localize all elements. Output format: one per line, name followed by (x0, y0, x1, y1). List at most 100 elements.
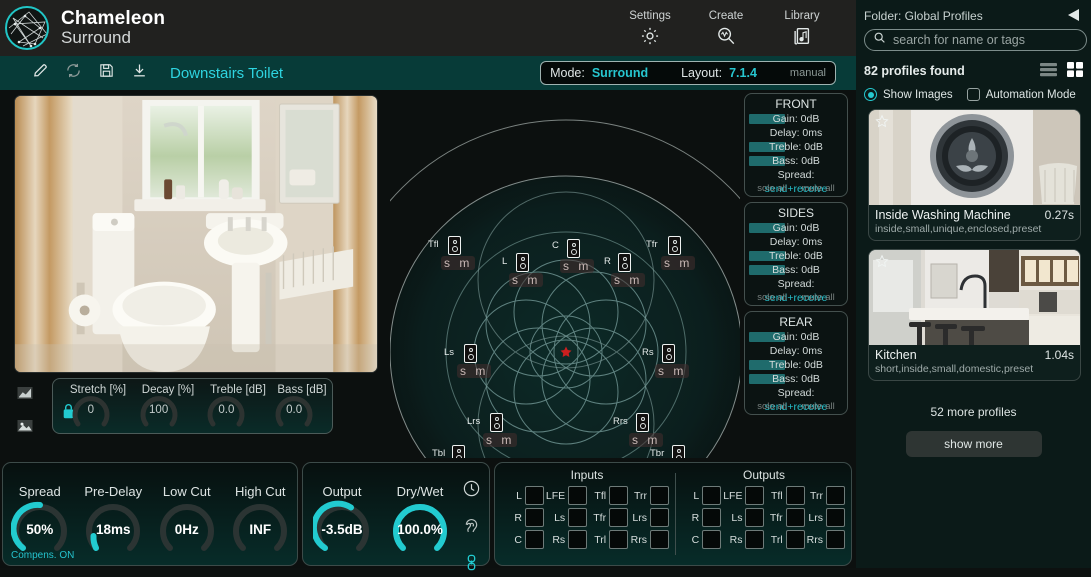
speaker-icon[interactable] (668, 236, 681, 255)
speaker-solo-mute[interactable]: s m (560, 259, 595, 273)
output-channel-r[interactable]: R (683, 508, 722, 527)
output-channel-rrs[interactable]: Rrs (807, 530, 845, 549)
speaker-solo-mute[interactable]: s m (457, 364, 492, 378)
speaker-solo-mute[interactable]: s m (655, 364, 690, 378)
input-channel-lfe[interactable]: LFE (546, 486, 588, 505)
knob-stretch[interactable]: Stretch [%] 0 (57, 384, 126, 429)
channel-meter[interactable] (785, 530, 805, 549)
input-channel-trr[interactable]: Trr (630, 486, 669, 505)
speaker-icon[interactable] (490, 413, 503, 432)
list-view-icon[interactable] (1040, 62, 1057, 82)
zone-rear-bass[interactable]: Bass: 0dB (749, 372, 843, 386)
input-channel-lrs[interactable]: Lrs (630, 508, 669, 527)
channel-meter[interactable] (609, 530, 629, 549)
folder-label[interactable]: Folder: Global Profiles (856, 0, 1091, 23)
show-images-toggle[interactable]: Show Images (864, 88, 953, 101)
speaker-icon[interactable] (636, 413, 649, 432)
channel-meter[interactable] (568, 508, 588, 527)
knob-lowcut[interactable]: Low Cut 0Hz (150, 470, 224, 558)
collapse-left-icon[interactable] (1065, 8, 1081, 27)
input-channel-l[interactable]: L (505, 486, 544, 505)
favorite-star-icon[interactable] (875, 114, 889, 133)
library-music-icon[interactable] (776, 25, 828, 47)
input-channel-rs[interactable]: Rs (546, 530, 588, 549)
speaker-icon[interactable] (448, 236, 461, 255)
channel-meter[interactable] (524, 530, 544, 549)
zone-front-treble[interactable]: Treble: 0dB (749, 140, 843, 154)
knob-spread[interactable]: Spread 50% (3, 470, 77, 558)
zone-front-delay[interactable]: Delay: 0ms (749, 126, 843, 140)
knob-output[interactable]: Output -3.5dB (303, 470, 381, 558)
knob-highcut-dial[interactable]: INF (231, 500, 289, 558)
settings-button[interactable]: Settings (624, 10, 676, 47)
input-channel-tfl[interactable]: Tfl (589, 486, 629, 505)
refresh-icon[interactable] (65, 62, 82, 84)
knob-decay-dial[interactable]: 100 (136, 391, 182, 429)
channel-meter[interactable] (568, 486, 588, 505)
preset-name[interactable]: Downstairs Toilet (170, 65, 283, 82)
channel-meter[interactable] (649, 486, 669, 505)
show-more-button[interactable]: show more (905, 431, 1042, 457)
ear-icon[interactable] (462, 516, 481, 540)
input-channel-c[interactable]: C (505, 530, 544, 549)
knob-highcut[interactable]: High Cut INF (224, 470, 298, 558)
channel-meter[interactable] (826, 486, 845, 505)
zone-front-solo-all[interactable]: solo all (757, 183, 787, 194)
gear-icon[interactable] (624, 25, 676, 47)
speaker-solo-mute[interactable]: s m (611, 273, 646, 287)
knob-decay[interactable]: Decay [%] 100 (125, 384, 194, 429)
speaker-icon[interactable] (618, 253, 631, 272)
image-icon[interactable] (16, 417, 34, 440)
output-channel-l[interactable]: L (683, 486, 722, 505)
profile-search[interactable] (864, 29, 1087, 51)
input-channel-ls[interactable]: Ls (546, 508, 588, 527)
channel-meter[interactable] (745, 530, 765, 549)
magnifier-wave-icon[interactable] (700, 25, 752, 47)
zone-rear-mute-all[interactable]: mute all (801, 401, 834, 412)
speaker-icon[interactable] (662, 344, 675, 363)
input-channel-r[interactable]: R (505, 508, 544, 527)
zone-rear-spread[interactable]: Spread: send+receive (749, 386, 843, 413)
chart-icon[interactable] (16, 384, 34, 407)
zone-rear-gain[interactable]: Gain: 0dB (749, 330, 843, 344)
zone-sides-gain[interactable]: Gain: 0dB (749, 221, 843, 235)
input-channel-rrs[interactable]: Rrs (630, 530, 669, 549)
knob-drywet-dial[interactable]: 100.0% (391, 500, 449, 558)
download-icon[interactable] (131, 62, 148, 84)
channel-meter[interactable] (702, 486, 722, 505)
output-channel-tfl[interactable]: Tfl (766, 486, 805, 505)
speaker-icon[interactable] (516, 253, 529, 272)
channel-meter[interactable] (745, 508, 765, 527)
speaker-icon[interactable] (567, 239, 580, 258)
speaker-solo-mute[interactable]: s m (441, 256, 476, 270)
knob-treble[interactable]: Treble [dB] 0.0 (193, 384, 266, 429)
profile-card-kitchen[interactable]: Kitchen 1.04s short,inside,small,domesti… (868, 249, 1081, 381)
channel-meter[interactable] (524, 486, 544, 505)
output-channel-lfe[interactable]: LFE (723, 486, 765, 505)
zone-rear-solo-all[interactable]: solo all (757, 401, 787, 412)
output-channel-ls[interactable]: Ls (723, 508, 765, 527)
output-channel-rs[interactable]: Rs (723, 530, 765, 549)
channel-meter[interactable] (609, 508, 629, 527)
knob-treble-dial[interactable]: 0.0 (203, 391, 249, 429)
favorite-star-icon[interactable] (875, 254, 889, 273)
power-icon[interactable] (462, 479, 481, 503)
speaker-solo-mute[interactable]: s m (509, 273, 544, 287)
save-icon[interactable] (98, 62, 115, 84)
output-channel-trl[interactable]: Trl (766, 530, 805, 549)
output-channel-trr[interactable]: Trr (807, 486, 845, 505)
library-button[interactable]: Library (776, 10, 828, 47)
channel-meter[interactable] (745, 486, 765, 505)
channel-meter[interactable] (702, 508, 722, 527)
zone-sides-bass[interactable]: Bass: 0dB (749, 263, 843, 277)
channel-meter[interactable] (826, 508, 845, 527)
zone-rear-treble[interactable]: Treble: 0dB (749, 358, 843, 372)
knob-stretch-dial[interactable]: 0 (68, 391, 114, 429)
knob-bass-dial[interactable]: 0.0 (271, 391, 317, 429)
channel-meter[interactable] (702, 530, 722, 549)
mode-layout-box[interactable]: Mode: Surround Layout: 7.1.4 manual (540, 61, 836, 85)
channel-meter[interactable] (649, 508, 669, 527)
channel-meter[interactable] (568, 530, 588, 549)
input-channel-trl[interactable]: Trl (589, 530, 629, 549)
output-channel-c[interactable]: C (683, 530, 722, 549)
